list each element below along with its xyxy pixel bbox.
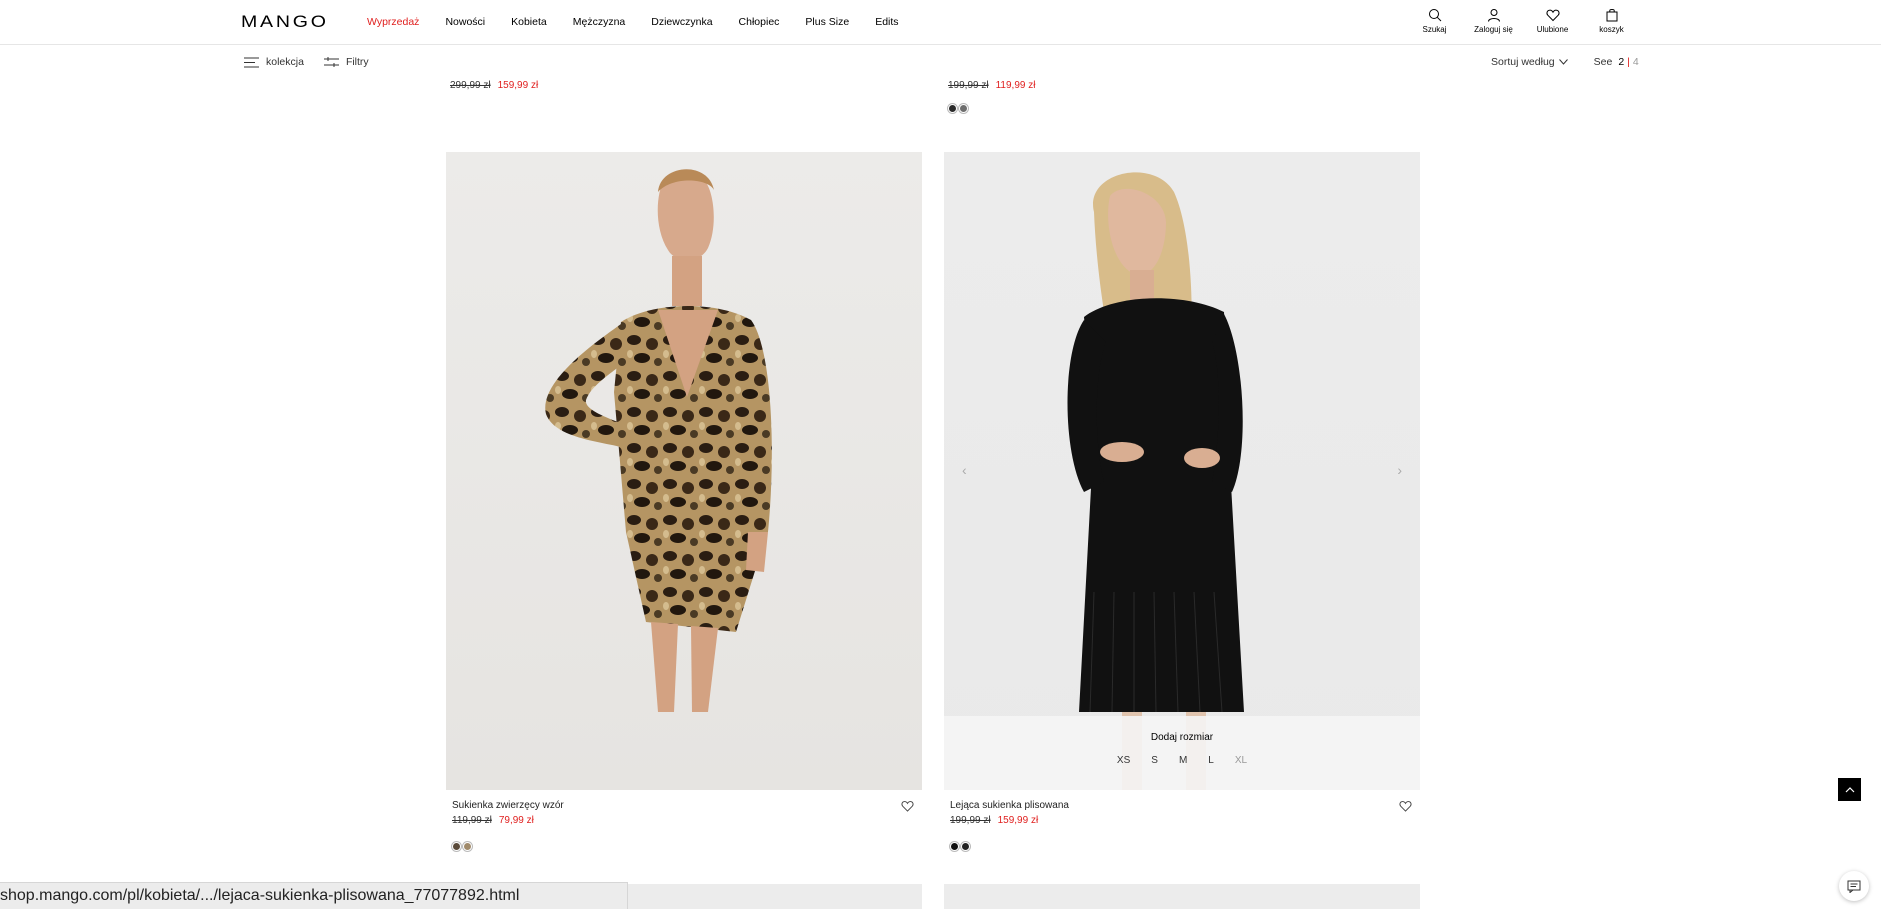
header-actions: Szukaj Zaloguj się Ulubione koszyk	[1405, 8, 1641, 34]
color-swatch[interactable]	[452, 842, 461, 851]
product-name[interactable]: Sukienka zwierzęcy wzór	[452, 800, 916, 811]
color-swatches	[452, 842, 916, 851]
menu-icon	[244, 57, 259, 67]
cart-button[interactable]: koszyk	[1582, 8, 1641, 34]
nav-item-women[interactable]: Kobieta	[511, 16, 547, 28]
color-swatch[interactable]	[959, 104, 968, 113]
product-card-partial[interactable]: 199,99 zł 119,99 zł	[948, 80, 1035, 113]
grid-separator: |	[1627, 56, 1630, 68]
add-to-favorites-heart-icon[interactable]	[901, 800, 914, 812]
mango-logo[interactable]: MANGO	[241, 12, 329, 32]
search-icon	[1428, 9, 1441, 22]
size-options: XS S M L XL	[944, 755, 1420, 766]
browser-status-url: shop.mango.com/pl/kobieta/.../lejaca-suk…	[0, 882, 628, 909]
color-swatches	[950, 842, 1414, 851]
login-button[interactable]: Zaloguj się	[1464, 8, 1523, 34]
size-option-xl[interactable]: XL	[1235, 755, 1247, 766]
nav-item-edits[interactable]: Edits	[875, 16, 898, 28]
size-selector-panel: Dodaj rozmiar XS S M L XL	[944, 716, 1420, 790]
product-photo[interactable]	[446, 152, 922, 790]
main-nav: Wyprzedaż Nowości Kobieta Mężczyzna Dzie…	[367, 16, 925, 28]
color-swatch[interactable]	[948, 104, 957, 113]
chat-icon	[1847, 880, 1861, 893]
sale-price: 119,99 zł	[995, 80, 1036, 91]
chevron-down-icon	[1558, 59, 1568, 65]
grid-size-switcher: See 2 | 4	[1594, 56, 1639, 68]
heart-icon	[1545, 9, 1560, 22]
see-label: See	[1593, 56, 1613, 68]
model-leopard-dress-illustration	[545, 169, 772, 712]
sale-price: 159,99 zł	[497, 80, 539, 91]
user-icon	[1487, 9, 1500, 22]
price-row: 199,99 zł 159,99 zł	[950, 815, 1414, 826]
bag-icon	[1606, 9, 1617, 22]
previous-image-arrow-icon[interactable]: ‹	[962, 462, 967, 478]
grid-option-4[interactable]: 4	[1633, 56, 1639, 68]
product-name[interactable]: Lejąca sukienka plisowana	[950, 800, 1414, 811]
size-option-s[interactable]: S	[1151, 755, 1158, 766]
old-price: 299,99 zł	[450, 80, 491, 91]
chevron-up-icon	[1845, 786, 1854, 792]
nav-item-sale[interactable]: Wyprzedaż	[367, 16, 419, 28]
color-swatch[interactable]	[950, 842, 959, 851]
cart-label: koszyk	[1599, 25, 1624, 34]
color-swatch[interactable]	[463, 842, 472, 851]
size-option-m[interactable]: M	[1179, 755, 1187, 766]
product-card[interactable]: ‹ › Dodaj rozmiar XS S M L XL Lejąca suk…	[944, 152, 1420, 852]
color-swatch[interactable]	[961, 842, 970, 851]
product-card[interactable]: Sukienka zwierzęcy wzór 119,99 zł 79,99 …	[446, 152, 922, 852]
size-option-xs[interactable]: XS	[1117, 755, 1130, 766]
nav-item-new[interactable]: Nowości	[445, 16, 485, 28]
size-panel-title: Dodaj rozmiar	[1150, 732, 1214, 743]
favorites-button[interactable]: Ulubione	[1523, 8, 1582, 34]
sort-label: Sortuj według	[1491, 56, 1555, 68]
favorites-label: Ulubione	[1536, 25, 1569, 34]
collection-label: kolekcja	[266, 56, 304, 68]
search-button[interactable]: Szukaj	[1405, 8, 1464, 34]
price-row: 119,99 zł 79,99 zł	[452, 815, 916, 826]
nav-item-men[interactable]: Mężczyzna	[573, 16, 626, 28]
next-product-photo[interactable]	[944, 884, 1420, 909]
price-row: 199,99 zł 119,99 zł	[948, 80, 1035, 91]
listing-toolbar: kolekcja Filtry Sortuj według See 2 | 4	[0, 46, 1881, 80]
product-card-partial[interactable]: 299,99 zł 159,99 zł	[450, 80, 538, 91]
nav-item-girls[interactable]: Dziewczynka	[651, 16, 712, 28]
sale-price: 159,99 zł	[997, 815, 1039, 826]
site-header: MANGO Wyprzedaż Nowości Kobieta Mężczyzn…	[0, 0, 1881, 45]
model-black-pleated-dress-illustration	[1067, 172, 1244, 790]
product-info: Sukienka zwierzęcy wzór 119,99 zł 79,99 …	[446, 790, 922, 852]
price-row: 299,99 zł 159,99 zł	[450, 80, 538, 91]
next-image-arrow-icon[interactable]: ›	[1397, 462, 1402, 478]
sale-price: 79,99 zł	[498, 815, 534, 826]
sort-dropdown[interactable]: Sortuj według	[1491, 56, 1568, 68]
collection-button[interactable]: kolekcja	[244, 56, 304, 68]
grid-option-2[interactable]: 2	[1618, 56, 1624, 68]
search-label: Szukaj	[1422, 25, 1447, 34]
old-price: 199,99 zł	[950, 815, 991, 826]
nav-item-plus-size[interactable]: Plus Size	[805, 16, 849, 28]
scroll-to-top-button[interactable]	[1838, 778, 1861, 801]
chat-button[interactable]	[1839, 871, 1869, 901]
add-to-favorites-heart-icon[interactable]	[1399, 800, 1412, 812]
filter-sliders-icon	[323, 56, 339, 67]
product-photo[interactable]: ‹ › Dodaj rozmiar XS S M L XL	[944, 152, 1420, 790]
login-label: Zaloguj się	[1474, 25, 1513, 34]
old-price: 199,99 zł	[948, 80, 989, 91]
nav-item-boys[interactable]: Chłopiec	[739, 16, 780, 28]
filters-label: Filtry	[345, 56, 369, 68]
product-info: Lejąca sukienka plisowana 199,99 zł 159,…	[944, 790, 1420, 852]
old-price: 119,99 zł	[452, 815, 492, 826]
toolbar-right: Sortuj według See 2 | 4	[1491, 56, 1639, 68]
toolbar-left: kolekcja Filtry	[244, 56, 389, 68]
filters-button[interactable]: Filtry	[323, 56, 369, 68]
size-option-l[interactable]: L	[1208, 755, 1214, 766]
color-swatches	[948, 104, 1035, 113]
